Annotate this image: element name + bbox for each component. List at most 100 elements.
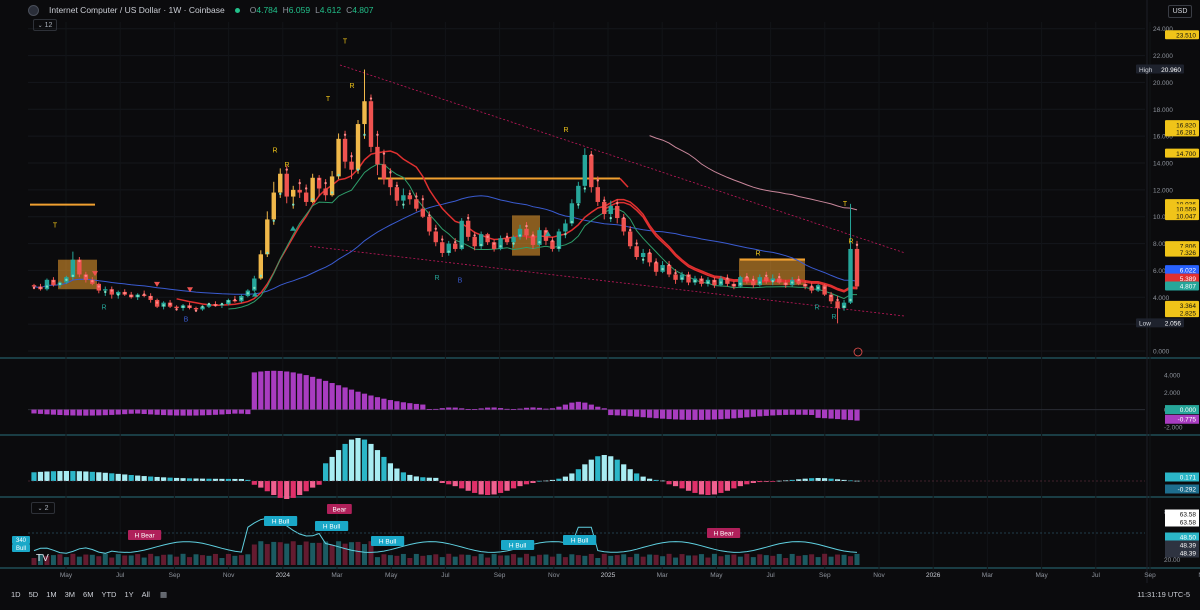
ohlc-readout: O4.784 H6.059 L4.612 C4.807 [250, 5, 374, 15]
signal-dot [266, 251, 269, 255]
volume-bar [63, 557, 69, 565]
timeframe-ytd[interactable]: YTD [101, 590, 116, 599]
histogram-bar [290, 372, 296, 410]
histogram-bar [640, 409, 646, 418]
signal-dot [356, 168, 360, 171]
timeframe-5d[interactable]: 5D [29, 590, 39, 599]
volume-bar [57, 554, 63, 565]
histogram-bar [206, 478, 212, 481]
candle-body [174, 306, 179, 309]
histogram-bar [420, 477, 426, 481]
calendar-icon[interactable]: ▦ [160, 590, 167, 599]
volume-bar [206, 555, 212, 565]
volume-bar [349, 542, 355, 565]
histogram-bar [608, 409, 614, 416]
signal-dot [538, 241, 541, 244]
x-tick-label: Nov [548, 572, 560, 579]
candle-body [589, 154, 594, 188]
signal-dot [842, 305, 846, 308]
price-badge-value: 2.825 [1180, 310, 1197, 317]
signal-dot [505, 235, 509, 239]
histogram-bar [122, 409, 128, 415]
volume-bar [258, 541, 264, 565]
pane-indicator-button[interactable]: ⌄ 2 [31, 502, 55, 514]
volume-bar [815, 557, 821, 565]
volume-bar [711, 553, 717, 565]
histogram-bar [128, 475, 134, 481]
candle-body [433, 231, 438, 243]
histogram-bar [452, 407, 458, 410]
x-tick-label: May [1035, 572, 1048, 579]
candle-body [621, 218, 626, 232]
histogram-bar [219, 478, 225, 481]
histogram-bar [426, 477, 432, 481]
chart-canvas[interactable]: 0.0002.0004.0006.0008.00010.00012.00014.… [0, 0, 1200, 605]
histogram-bar [141, 476, 147, 481]
signal-dot [654, 261, 658, 264]
timeframe-1d[interactable]: 1D [11, 590, 21, 599]
divergence-label-text: Bear [333, 507, 348, 514]
volume-bar [718, 556, 724, 565]
indicators-toggle-button[interactable]: ⌄ 12 [33, 19, 57, 31]
volume-bar [439, 557, 445, 565]
volume-bar [420, 555, 426, 565]
histogram-bar [556, 406, 562, 410]
timeframe-3m[interactable]: 3M [65, 590, 75, 599]
histogram-bar [44, 409, 50, 415]
currency-button[interactable]: USD [1168, 5, 1192, 18]
volume-bar [543, 554, 549, 565]
signal-dot [674, 271, 677, 275]
y-tick-label: 0.000 [1153, 349, 1170, 356]
timeframe-1m[interactable]: 1M [46, 590, 56, 599]
symbol-icon [28, 4, 39, 16]
volume-bar [154, 556, 160, 565]
signal-dot [771, 280, 774, 283]
symbol-title[interactable]: Internet Computer / US Dollar · 1W · Coi… [49, 5, 225, 15]
signal-dot [337, 173, 340, 177]
signal-dot [311, 198, 314, 201]
x-tick-label: Nov [223, 572, 235, 579]
histogram-bar [582, 402, 588, 410]
y-tick-label: 14.000 [1153, 161, 1173, 168]
signal-dot [512, 242, 515, 245]
timeframe-6m[interactable]: 6M [83, 590, 93, 599]
price-badge-label: High [1139, 67, 1153, 74]
histogram-bar [277, 481, 283, 498]
price-badge-value: 20.960 [1161, 67, 1181, 74]
x-tick-label: Nov [873, 572, 885, 579]
histogram-bar [446, 481, 452, 485]
histogram-bar [472, 409, 478, 410]
volume-bar [89, 554, 95, 565]
histogram-bar [368, 395, 374, 410]
timeframe-1y[interactable]: 1Y [124, 590, 133, 599]
histogram-bar [57, 471, 63, 481]
histogram-bar [180, 478, 186, 481]
histogram-bar [692, 481, 698, 493]
histogram-bar [251, 372, 257, 410]
histogram-bar [50, 471, 57, 481]
histogram-bar [698, 481, 705, 495]
histogram-bar [802, 478, 808, 481]
histogram-bar [303, 481, 309, 492]
histogram-bar [711, 481, 718, 495]
histogram-bar [595, 456, 601, 481]
candle-body [323, 188, 328, 196]
signal-dot [441, 238, 444, 241]
histogram-bar [323, 380, 329, 410]
histogram-bar [750, 409, 756, 417]
volume-bar [452, 556, 458, 565]
volume-bar [666, 553, 672, 565]
volume-bar [122, 555, 128, 565]
timeframe-all[interactable]: All [142, 590, 150, 599]
histogram-bar [601, 408, 607, 410]
signal-dot [810, 285, 813, 288]
signal-dot [402, 203, 405, 206]
volume-bar [400, 553, 406, 565]
signal-dot [84, 274, 88, 277]
histogram-bar [802, 409, 808, 415]
candle-body [355, 124, 361, 170]
x-tick-label: Jul [1092, 572, 1101, 579]
histogram-bar [731, 481, 737, 489]
histogram-bar [737, 481, 743, 487]
histogram-bar [400, 402, 406, 410]
